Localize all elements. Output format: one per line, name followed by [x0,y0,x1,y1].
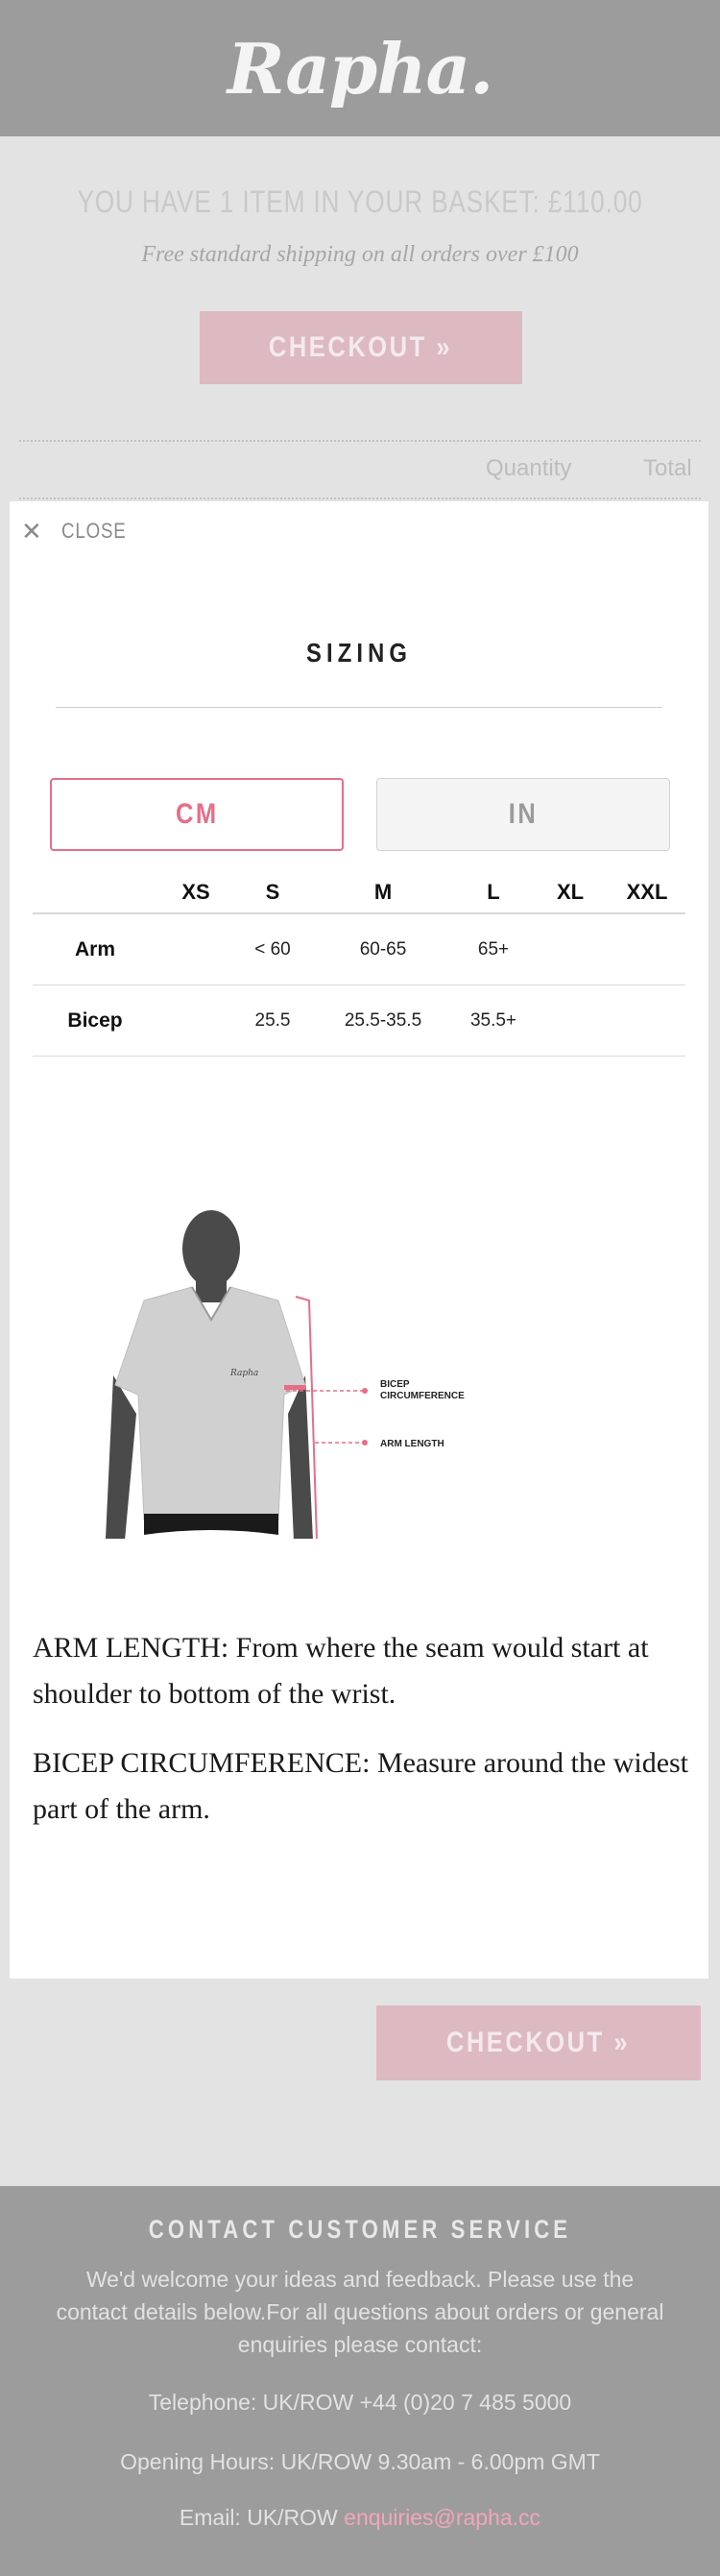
table-header-cell: XL [556,880,585,904]
column-header-quantity: Quantity [486,455,572,481]
figure-head [182,1210,240,1287]
table-cell: < 60 [254,938,291,960]
checkout-label: CHECKOUT » [446,2027,631,2058]
bicep-label: CIRCUMFERENCE [380,1391,465,1401]
table-cell [532,914,609,984]
rapha-logo[interactable]: Rapha. [0,0,720,136]
site-header: Rapha. [0,0,720,136]
table-header-cell: M [373,880,393,904]
logo-text: Rapha. [227,27,494,109]
checkout-button-bottom[interactable]: CHECKOUT » [376,2005,701,2080]
arm-length-note: ARM LENGTH: From where the seam would st… [33,1632,649,1710]
unit-toggle-cm[interactable]: CM [50,778,344,851]
footer-title: CONTACT CUSTOMER SERVICE [148,2215,572,2244]
footer-email-line: Email: UK/ROW enquiries@rapha.cc [0,2505,720,2531]
footer-email-prefix: Email: UK/ROW [179,2505,345,2530]
table-cell: 25.5 [254,1009,291,1031]
cuff-stripe [284,1385,305,1390]
checkout-label: CHECKOUT » [269,331,453,363]
footer-hours: Opening Hours: UK/ROW 9.30am - 6.00pm GM… [120,2449,600,2474]
size-table: XS S M L XL XXL Arm < 60 60-65 65+ Bicep… [33,872,685,1057]
table-row: Arm < 60 60-65 65+ [33,914,685,985]
table-cell: 35.5+ [469,1009,517,1031]
checkout-button-top[interactable]: CHECKOUT » [200,311,522,384]
figure-right-arm [288,1375,313,1539]
bicep-pointer-dot [362,1388,368,1394]
basket-summary-title: YOU HAVE 1 ITEM IN YOUR BASKET: £110.00 [77,184,643,219]
table-header-cell: XS [181,880,210,904]
row-label: Bicep [67,1009,123,1032]
table-cell: 25.5-35.5 [344,1009,422,1031]
table-header-cell [33,872,157,912]
table-cell [532,985,609,1056]
close-icon[interactable]: ✕ [21,519,42,544]
table-cell: 65+ [477,938,510,960]
close-label: CLOSE [60,519,127,543]
row-label: Arm [74,937,115,960]
table-cell: 60-65 [359,938,407,960]
measurement-illustration: Rapha BICEP CIRCUMFERENCE ARM LENGTH [106,1210,465,1539]
bicep-note: BICEP CIRCUMFERENCE: Measure around the … [33,1747,689,1825]
footer-telephone: Telephone: UK/ROW +44 (0)20 7 485 5000 [148,2390,572,2415]
figure-waistband [144,1514,278,1535]
shirt-logo: Rapha [229,1369,258,1378]
figure-shirt [114,1286,306,1520]
table-header-cell: L [487,880,500,904]
figure-neck [196,1277,227,1302]
divider [19,498,701,499]
sizing-modal: ✕ CLOSE SIZING CM IN XS S M L XL XXL Arm… [10,501,708,1979]
table-header-row: XS S M L XL XXL [33,872,685,914]
table-cell [609,914,685,984]
title-divider [56,707,662,708]
table-header-cell: XXL [626,880,668,904]
bicep-label: BICEP [380,1379,410,1390]
table-cell [157,914,234,984]
table-cell [609,985,685,1056]
table-cell [157,985,234,1056]
site-footer: CONTACT CUSTOMER SERVICE We'd welcome yo… [0,2186,720,2576]
unit-in-label: IN [508,798,539,830]
divider [19,440,701,442]
footer-description: We'd welcome your ideas and feedback. Pl… [56,2267,664,2357]
column-header-total: Total [643,455,692,481]
close-button[interactable]: ✕ CLOSE [21,519,132,544]
arm-pointer-dot [362,1440,368,1446]
email-link[interactable]: enquiries@rapha.cc [344,2505,540,2530]
figure-left-arm [106,1375,136,1539]
table-row: Bicep 25.5 25.5-35.5 35.5+ [33,985,685,1057]
modal-title: SIZING [306,638,412,668]
table-header-cell: S [265,880,280,904]
arm-length-label: ARM LENGTH [380,1439,444,1449]
unit-cm-label: CM [175,798,219,830]
shipping-note: Free standard shipping on all orders ove… [141,242,579,267]
unit-toggle-in[interactable]: IN [376,778,670,851]
